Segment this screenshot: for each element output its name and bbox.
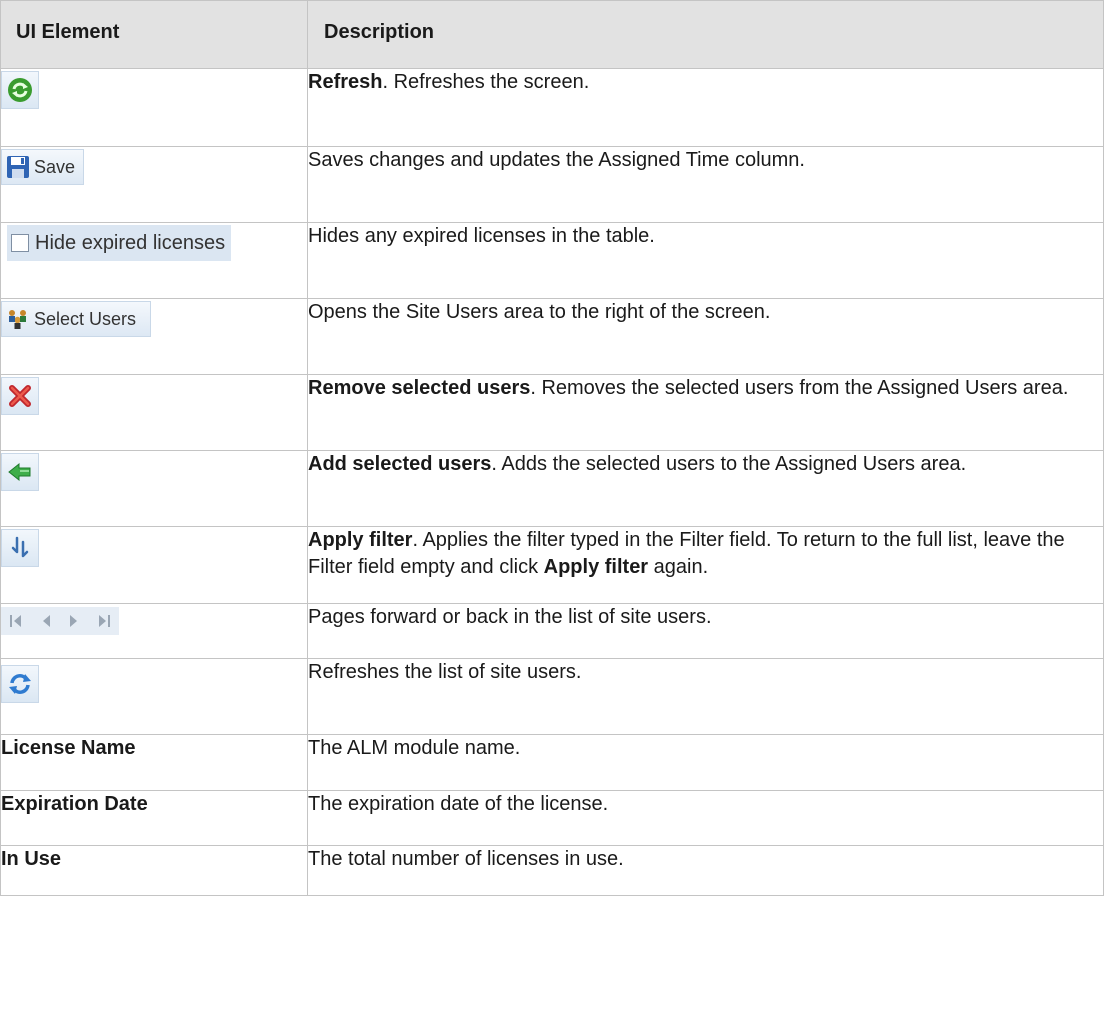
table-row: License Name The ALM module name. (0, 734, 1104, 791)
table-row: Select Users Opens the Site Users area t… (0, 298, 1104, 375)
table-row: Refresh. Refreshes the screen. (0, 68, 1104, 147)
term-refresh: Refresh (308, 71, 383, 93)
apply-filter-button[interactable] (1, 529, 39, 567)
refresh-icon (8, 78, 32, 102)
element-name-in-use: In Use (0, 845, 308, 896)
table-row: Save Saves changes and updates the Assig… (0, 146, 1104, 223)
description-cell: Saves changes and updates the Assigned T… (307, 146, 1104, 223)
element-cell (0, 526, 308, 604)
table-row: Add selected users. Adds the selected us… (0, 450, 1104, 527)
description-cell: Hides any expired licenses in the table. (307, 222, 1104, 299)
pager-controls (1, 607, 119, 635)
blue-refresh-icon (9, 674, 31, 694)
last-page-icon[interactable] (97, 614, 111, 628)
first-page-icon[interactable] (9, 614, 23, 628)
table-row: Pages forward or back in the list of sit… (0, 603, 1104, 659)
description-cell: Opens the Site Users area to the right o… (307, 298, 1104, 375)
next-page-icon[interactable] (69, 614, 79, 628)
description-text: . Removes the selected users from the As… (530, 377, 1069, 399)
checkbox-square[interactable] (11, 234, 29, 252)
term-apply-filter-inline: Apply filter (543, 556, 649, 578)
previous-page-icon[interactable] (41, 614, 51, 628)
save-button[interactable]: Save (1, 149, 85, 185)
table-row: Refreshes the list of site users. (0, 658, 1104, 735)
element-cell (0, 374, 308, 451)
red-x-icon (9, 385, 31, 407)
term-add-selected-users: Add selected users (308, 453, 492, 475)
add-users-button[interactable] (1, 453, 39, 491)
table-row: In Use The total number of licenses in u… (0, 845, 1104, 896)
element-name-expiration-date: Expiration Date (0, 790, 308, 846)
users-group-icon (9, 310, 26, 329)
element-cell (0, 603, 308, 659)
term-remove-selected-users: Remove selected users (308, 377, 531, 399)
element-cell: Hide expired licenses (0, 222, 308, 299)
table-header-row: UI Element Description (0, 0, 1104, 69)
hide-expired-label: Hide expired licenses (35, 231, 226, 254)
element-cell (0, 68, 308, 147)
description-text: . Adds the selected users to the Assigne… (491, 453, 967, 475)
element-cell: Select Users (0, 298, 308, 375)
element-cell: Save (0, 146, 308, 223)
floppy-disk-icon (7, 156, 29, 178)
column-header-ui-element: UI Element (0, 0, 308, 69)
description-cell: The total number of licenses in use. (307, 845, 1104, 896)
term-apply-filter: Apply filter (308, 529, 413, 551)
description-cell: Refreshes the list of site users. (307, 658, 1104, 735)
save-button-label: Save (34, 156, 76, 177)
description-cell: Apply filter. Applies the filter typed i… (307, 526, 1104, 604)
column-header-description: Description (307, 0, 1104, 69)
hide-expired-checkbox[interactable]: Hide expired licenses (7, 225, 232, 261)
table-row: Expiration Date The expiration date of t… (0, 790, 1104, 846)
ui-elements-table: UI Element Description Refresh. Refreshe… (0, 0, 1104, 896)
refresh-button[interactable] (1, 71, 39, 109)
green-left-arrow-icon (8, 462, 31, 482)
select-users-button[interactable]: Select Users (1, 301, 152, 337)
element-cell (0, 450, 308, 527)
remove-users-button[interactable] (1, 377, 39, 415)
element-cell (0, 658, 308, 735)
description-text: . Refreshes the screen. (382, 71, 590, 93)
refresh-site-users-button[interactable] (1, 665, 39, 703)
description-cell: Remove selected users. Removes the selec… (307, 374, 1104, 451)
description-cell: Pages forward or back in the list of sit… (307, 603, 1104, 659)
select-users-label: Select Users (34, 308, 137, 329)
table-row: Remove selected users. Removes the selec… (0, 374, 1104, 451)
table-row: Apply filter. Applies the filter typed i… (0, 526, 1104, 604)
description-cell: Add selected users. Adds the selected us… (307, 450, 1104, 527)
element-name-license-name: License Name (0, 734, 308, 791)
table-row: Hide expired licenses Hides any expired … (0, 222, 1104, 299)
description-cell: The ALM module name. (307, 734, 1104, 791)
filter-arrow-icon (11, 536, 29, 558)
description-cell: Refresh. Refreshes the screen. (307, 68, 1104, 147)
description-cell: The expiration date of the license. (307, 790, 1104, 846)
description-text-end: again. (648, 556, 709, 578)
